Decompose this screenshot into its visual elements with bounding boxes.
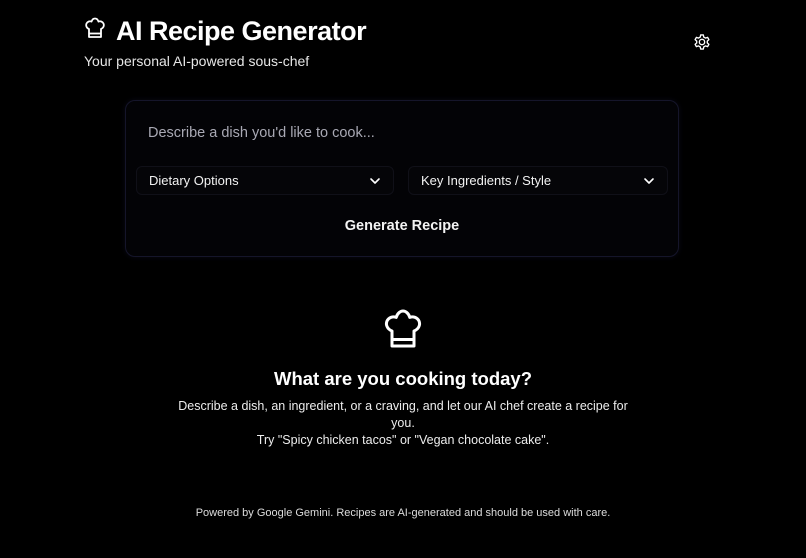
chevron-down-icon [369, 175, 381, 187]
title-row: AI Recipe Generator [84, 14, 367, 48]
footer-disclaimer: Powered by Google Gemini. Recipes are AI… [195, 507, 611, 519]
dietary-options-select[interactable]: Dietary Options [136, 166, 394, 195]
generate-recipe-button[interactable]: Generate Recipe [301, 211, 503, 241]
chef-hat-icon [84, 17, 106, 41]
empty-state-suggestion: Try "Spicy chicken tacos" or "Vegan choc… [256, 433, 550, 447]
app-page: AI Recipe Generator Your personal AI-pow… [0, 0, 806, 558]
dish-description-input[interactable] [140, 117, 660, 149]
app-header: AI Recipe Generator Your personal AI-pow… [84, 14, 367, 70]
chevron-down-icon [643, 175, 655, 187]
key-ingredients-label: Key Ingredients / Style [421, 173, 552, 188]
recipe-form-card: Dietary Options Key Ingredients / Style … [125, 100, 679, 257]
key-ingredients-select[interactable]: Key Ingredients / Style [408, 166, 668, 195]
gear-icon [692, 32, 712, 57]
app-title: AI Recipe Generator [116, 15, 367, 46]
empty-state-title: What are you cooking today? [274, 368, 532, 389]
app-subtitle: Your personal AI-powered sous-chef [84, 53, 310, 69]
empty-state-description: Describe a dish, an ingredient, or a cra… [178, 399, 628, 430]
chef-hat-icon [383, 308, 423, 352]
dietary-options-label: Dietary Options [149, 173, 239, 188]
settings-button[interactable] [691, 33, 713, 55]
empty-state: What are you cooking today? Describe a d… [0, 308, 806, 449]
